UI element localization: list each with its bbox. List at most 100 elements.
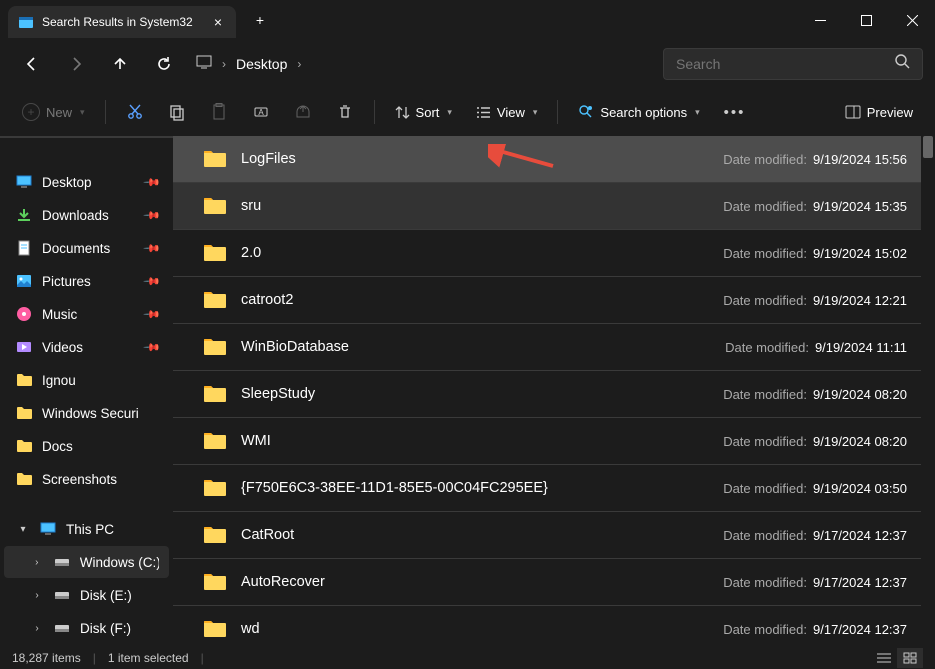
close-window-button[interactable] — [889, 0, 935, 40]
file-row[interactable]: AutoRecoverDate modified:9/17/2024 12:37 — [173, 559, 935, 606]
chevron-down-icon[interactable]: ▾ — [16, 524, 30, 535]
breadcrumb-location[interactable]: Desktop — [236, 56, 287, 72]
up-button[interactable] — [100, 46, 140, 82]
file-row[interactable]: wdDate modified:9/17/2024 12:37 — [173, 606, 935, 647]
view-button[interactable]: View ▾ — [466, 94, 547, 130]
file-meta: Date modified:9/19/2024 11:11 — [725, 340, 917, 355]
back-button[interactable] — [12, 46, 52, 82]
minimize-button[interactable] — [797, 0, 843, 40]
file-row[interactable]: WinBioDatabaseDate modified:9/19/2024 11… — [173, 324, 935, 371]
details-view-icon[interactable] — [871, 648, 897, 668]
sidebar-item-desktop[interactable]: Desktop📌 — [4, 166, 169, 198]
delete-button[interactable] — [326, 94, 364, 130]
meta-label: Date modified: — [723, 152, 807, 167]
chevron-right-icon[interactable]: › — [30, 557, 44, 568]
more-button[interactable]: ••• — [714, 94, 756, 130]
new-tab-button[interactable]: + — [244, 12, 276, 28]
cut-button[interactable] — [116, 94, 154, 130]
search-box[interactable] — [663, 48, 923, 80]
file-name: 2.0 — [241, 245, 261, 261]
meta-label: Date modified: — [723, 246, 807, 261]
file-name: sru — [241, 198, 261, 214]
copy-button[interactable] — [158, 94, 196, 130]
meta-value: 9/19/2024 03:50 — [813, 481, 907, 496]
separator — [557, 100, 558, 124]
videos-icon — [16, 339, 32, 355]
desktop-icon — [16, 174, 32, 190]
search-icon[interactable] — [895, 54, 910, 74]
chevron-right-icon[interactable]: › — [30, 590, 44, 601]
file-meta: Date modified:9/19/2024 15:56 — [723, 152, 917, 167]
chevron-down-icon: ▾ — [447, 107, 452, 118]
main-area: Desktop📌Downloads📌Documents📌Pictures📌Mus… — [0, 136, 935, 647]
sidebar-item-drive[interactable]: › Disk (E:) — [4, 579, 169, 611]
folder-icon — [203, 243, 227, 263]
chevron-right-icon: › — [222, 57, 226, 71]
tab-title: Search Results in System32 — [42, 15, 193, 29]
sidebar-item-pictures[interactable]: Pictures📌 — [4, 265, 169, 297]
titlebar: Search Results in System32 × + — [0, 0, 935, 40]
scrollbar[interactable] — [921, 136, 935, 647]
meta-value: 9/17/2024 12:37 — [813, 575, 907, 590]
new-button[interactable]: + New ▾ — [12, 94, 95, 130]
sidebar-item-downloads[interactable]: Downloads📌 — [4, 199, 169, 231]
sidebar-item-label: Documents — [42, 241, 110, 256]
file-name: SleepStudy — [241, 386, 315, 402]
sidebar-item-ignou[interactable]: Ignou — [4, 364, 169, 396]
file-row[interactable]: CatRootDate modified:9/17/2024 12:37 — [173, 512, 935, 559]
share-button[interactable] — [284, 94, 322, 130]
folder-icon — [203, 290, 227, 310]
sidebar-item-music[interactable]: Music📌 — [4, 298, 169, 330]
downloads-icon — [16, 207, 32, 223]
meta-label: Date modified: — [723, 434, 807, 449]
window-controls — [797, 0, 935, 40]
sidebar-item-label: Windows (C:) — [80, 555, 159, 570]
sidebar-item-this-pc[interactable]: ▾This PC — [4, 513, 169, 545]
search-options-button[interactable]: Search options ▾ — [568, 94, 709, 130]
icons-view-icon[interactable] — [897, 648, 923, 668]
chevron-right-icon[interactable]: › — [30, 623, 44, 634]
meta-value: 9/19/2024 15:35 — [813, 199, 907, 214]
preview-button[interactable]: Preview — [835, 94, 923, 130]
sidebar-item-label: Windows Securi — [42, 406, 139, 421]
file-row[interactable]: LogFiles Date modified:9/19/2024 15:56 — [173, 136, 935, 183]
sidebar-item-label: Pictures — [42, 274, 91, 289]
file-row[interactable]: catroot2Date modified:9/19/2024 12:21 — [173, 277, 935, 324]
meta-label: Date modified: — [723, 622, 807, 637]
forward-button[interactable] — [56, 46, 96, 82]
rename-button[interactable]: A — [242, 94, 280, 130]
folder-icon — [203, 384, 227, 404]
file-name: LogFiles — [241, 151, 296, 167]
refresh-button[interactable] — [144, 46, 184, 82]
sidebar-item-documents[interactable]: Documents📌 — [4, 232, 169, 264]
folder-icon — [203, 196, 227, 216]
file-row[interactable]: SleepStudyDate modified:9/19/2024 08:20 — [173, 371, 935, 418]
chevron-down-icon: ▾ — [80, 107, 85, 118]
breadcrumb[interactable]: › Desktop › — [188, 47, 659, 81]
sidebar-item-docs[interactable]: Docs — [4, 430, 169, 462]
status-bar: 18,287 items | 1 item selected | — [0, 647, 935, 669]
sidebar-item-label: Disk (E:) — [80, 588, 132, 603]
sidebar-item-label: Ignou — [42, 373, 76, 388]
sidebar-item-videos[interactable]: Videos📌 — [4, 331, 169, 363]
file-row[interactable]: 2.0Date modified:9/19/2024 15:02 — [173, 230, 935, 277]
close-tab-icon[interactable]: × — [214, 14, 222, 30]
sidebar-item-drive[interactable]: › Windows (C:) — [4, 546, 169, 578]
sidebar-item-drive[interactable]: ›Disk (F:) — [4, 612, 169, 644]
file-meta: Date modified:9/19/2024 03:50 — [723, 481, 917, 496]
file-row[interactable]: sruDate modified:9/19/2024 15:35 — [173, 183, 935, 230]
sidebar-item-screenshots[interactable]: Screenshots — [4, 463, 169, 495]
sidebar-item-windows-securi[interactable]: Windows Securi — [4, 397, 169, 429]
search-input[interactable] — [676, 56, 895, 72]
sort-button[interactable]: Sort ▾ — [385, 94, 462, 130]
file-row[interactable]: {F750E6C3-38EE-11D1-85E5-00C04FC295EE}Da… — [173, 465, 935, 512]
window-tab[interactable]: Search Results in System32 × — [8, 6, 236, 38]
meta-label: Date modified: — [723, 575, 807, 590]
file-row[interactable]: WMIDate modified:9/19/2024 08:20 — [173, 418, 935, 465]
paste-button[interactable] — [200, 94, 238, 130]
maximize-button[interactable] — [843, 0, 889, 40]
scrollbar-thumb[interactable] — [923, 136, 933, 158]
navigation-bar: › Desktop › — [0, 40, 935, 88]
sidebar-item-label: Screenshots — [42, 472, 117, 487]
file-name: CatRoot — [241, 527, 294, 543]
